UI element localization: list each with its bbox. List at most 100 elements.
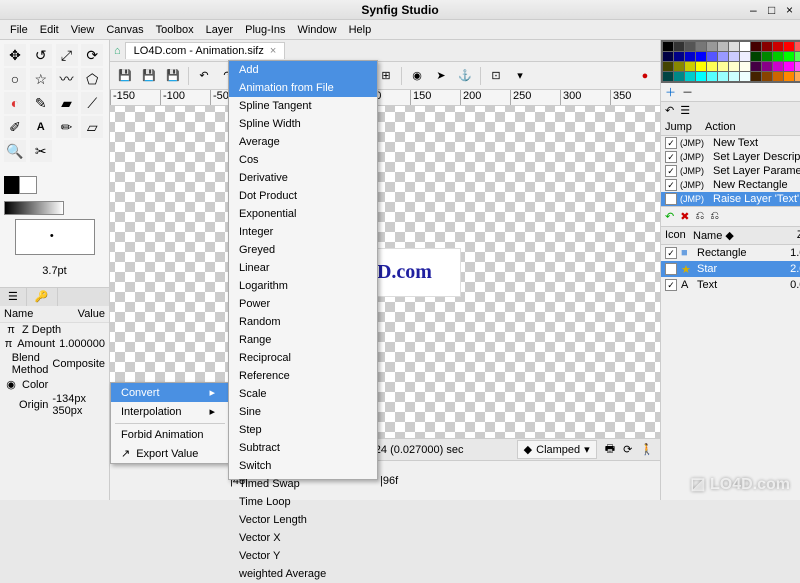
layer-row[interactable]: ✓■Rectangle1.000000 bbox=[661, 245, 800, 261]
grid-button[interactable]: ⊞ bbox=[375, 65, 397, 87]
palette-cell[interactable] bbox=[751, 52, 761, 61]
layer-row[interactable]: ✓★Star2.000000 bbox=[661, 261, 800, 277]
ctx-item[interactable]: Switch bbox=[229, 457, 377, 475]
handle-button[interactable]: ◉ bbox=[406, 65, 428, 87]
palette-cell[interactable] bbox=[751, 72, 761, 81]
color-palette[interactable] bbox=[661, 40, 800, 83]
palette-cell[interactable] bbox=[784, 42, 794, 51]
ctx-item[interactable]: Subtract bbox=[229, 439, 377, 457]
palette-cell[interactable] bbox=[784, 72, 794, 81]
param-row[interactable]: πAmount1.000000 bbox=[0, 337, 109, 351]
history-row[interactable]: ✓(JMP)Set Layer Description: 'Text' -> '… bbox=[661, 150, 800, 164]
palette-cell[interactable] bbox=[685, 42, 695, 51]
refresh-icon[interactable]: ⟳ bbox=[623, 443, 632, 456]
palette-cell[interactable] bbox=[685, 62, 695, 71]
star-tool[interactable]: ☆ bbox=[30, 68, 52, 90]
layer-row[interactable]: ✓AText0.000000 bbox=[661, 277, 800, 293]
ctx-item[interactable]: Exponential bbox=[229, 205, 377, 223]
background-color[interactable] bbox=[19, 176, 37, 194]
ctx-item[interactable]: Power bbox=[229, 295, 377, 313]
palette-cell[interactable] bbox=[795, 72, 800, 81]
ctx-item[interactable]: Timed Swap bbox=[229, 475, 377, 493]
ctx-item[interactable]: Reference bbox=[229, 367, 377, 385]
menu-canvas[interactable]: Canvas bbox=[100, 22, 149, 38]
palette-cell[interactable] bbox=[707, 62, 717, 71]
palette-cell[interactable] bbox=[795, 52, 800, 61]
palette-cell[interactable] bbox=[729, 42, 739, 51]
palette-cell[interactable] bbox=[784, 62, 794, 71]
palette-cell[interactable] bbox=[740, 42, 750, 51]
color-swatches[interactable]: 3.7pt bbox=[0, 166, 109, 287]
home-icon[interactable]: ⌂ bbox=[114, 45, 121, 57]
menu-layer[interactable]: Layer bbox=[200, 22, 240, 38]
clamp-dropdown[interactable]: ◆ Clamped ▾ bbox=[517, 440, 597, 459]
ctx-item[interactable]: Random bbox=[229, 313, 377, 331]
ctx-item[interactable]: Animation from File bbox=[229, 79, 377, 97]
palette-cell[interactable] bbox=[663, 42, 673, 51]
transform-tool[interactable]: ✥ bbox=[4, 44, 26, 66]
palette-cell[interactable] bbox=[762, 72, 772, 81]
params-tab[interactable]: ☰ bbox=[0, 288, 27, 306]
more-button[interactable]: ▾ bbox=[509, 65, 531, 87]
gradient-swatch[interactable] bbox=[4, 201, 64, 215]
palette-cell[interactable] bbox=[674, 42, 684, 51]
draw-tool[interactable]: ✎ bbox=[30, 92, 52, 114]
ctx-item[interactable]: Dot Product bbox=[229, 187, 377, 205]
param-row[interactable]: πZ Depth bbox=[0, 323, 109, 337]
menu-file[interactable]: File bbox=[4, 22, 34, 38]
palette-cell[interactable] bbox=[784, 52, 794, 61]
timeline[interactable]: |48f|96f bbox=[110, 460, 660, 500]
polygon-tool[interactable]: ⬠ bbox=[81, 68, 103, 90]
ctx-item[interactable]: Vector Length bbox=[229, 511, 377, 529]
maximize-button[interactable]: □ bbox=[768, 5, 778, 15]
anchor-button[interactable]: ⚓ bbox=[454, 65, 476, 87]
palette-cell[interactable] bbox=[795, 42, 800, 51]
close-tab-icon[interactable]: × bbox=[270, 45, 276, 57]
palette-cell[interactable] bbox=[663, 72, 673, 81]
ctx-item[interactable]: Add bbox=[229, 61, 377, 79]
scale-tool[interactable]: ⤢ bbox=[56, 44, 78, 66]
text-tool[interactable]: A bbox=[30, 116, 52, 138]
palette-cell[interactable] bbox=[718, 52, 728, 61]
palette-cell[interactable] bbox=[685, 52, 695, 61]
palette-cell[interactable] bbox=[751, 62, 761, 71]
palette-cell[interactable] bbox=[707, 42, 717, 51]
history-row[interactable]: ✓(JMP)Raise Layer 'Text' bbox=[661, 192, 800, 206]
menu-window[interactable]: Window bbox=[291, 22, 342, 38]
ctx-item[interactable]: Vector Y bbox=[229, 547, 377, 565]
print-icon[interactable]: 🖶 bbox=[605, 440, 615, 459]
document-tab[interactable]: LO4D.com - Animation.sifz × bbox=[125, 42, 286, 59]
menu-plug-ins[interactable]: Plug-Ins bbox=[239, 22, 291, 38]
ctx-item[interactable]: Spline Width bbox=[229, 115, 377, 133]
gradient-tool[interactable]: ◐ bbox=[4, 92, 26, 114]
palette-cell[interactable] bbox=[674, 72, 684, 81]
palette-cell[interactable] bbox=[762, 42, 772, 51]
ctx-item[interactable]: Logarithm bbox=[229, 277, 377, 295]
palette-cell[interactable] bbox=[795, 62, 800, 71]
ctx-item[interactable]: Step bbox=[229, 421, 377, 439]
ctx-item[interactable]: Linear bbox=[229, 259, 377, 277]
ctx-item[interactable]: Range bbox=[229, 331, 377, 349]
ctx-item[interactable]: Spline Tangent bbox=[229, 97, 377, 115]
palette-cell[interactable] bbox=[762, 62, 772, 71]
palette-cell[interactable] bbox=[696, 62, 706, 71]
rotate-tool[interactable]: ⟳ bbox=[81, 44, 103, 66]
snap-button[interactable]: ⊡ bbox=[485, 65, 507, 87]
palette-cell[interactable] bbox=[740, 72, 750, 81]
palette-cell[interactable] bbox=[729, 72, 739, 81]
ctx-item[interactable]: Reciprocal bbox=[229, 349, 377, 367]
palette-cell[interactable] bbox=[718, 62, 728, 71]
params-tab-2[interactable]: 🔑 bbox=[27, 288, 58, 306]
undo-hist-icon[interactable]: ↶ bbox=[665, 210, 674, 223]
palette-cell[interactable] bbox=[674, 52, 684, 61]
close-button[interactable]: × bbox=[786, 5, 796, 15]
save-as-button[interactable]: 💾 bbox=[138, 65, 160, 87]
palette-cell[interactable] bbox=[674, 62, 684, 71]
eyedrop-tool[interactable]: ⟋ bbox=[81, 92, 103, 114]
menu-edit[interactable]: Edit bbox=[34, 22, 65, 38]
undo-button[interactable]: ↶ bbox=[193, 65, 215, 87]
palette-cell[interactable] bbox=[773, 72, 783, 81]
menu-toolbox[interactable]: Toolbox bbox=[150, 22, 200, 38]
palette-cell[interactable] bbox=[663, 62, 673, 71]
ctx-item[interactable]: Interpolation bbox=[111, 402, 229, 421]
